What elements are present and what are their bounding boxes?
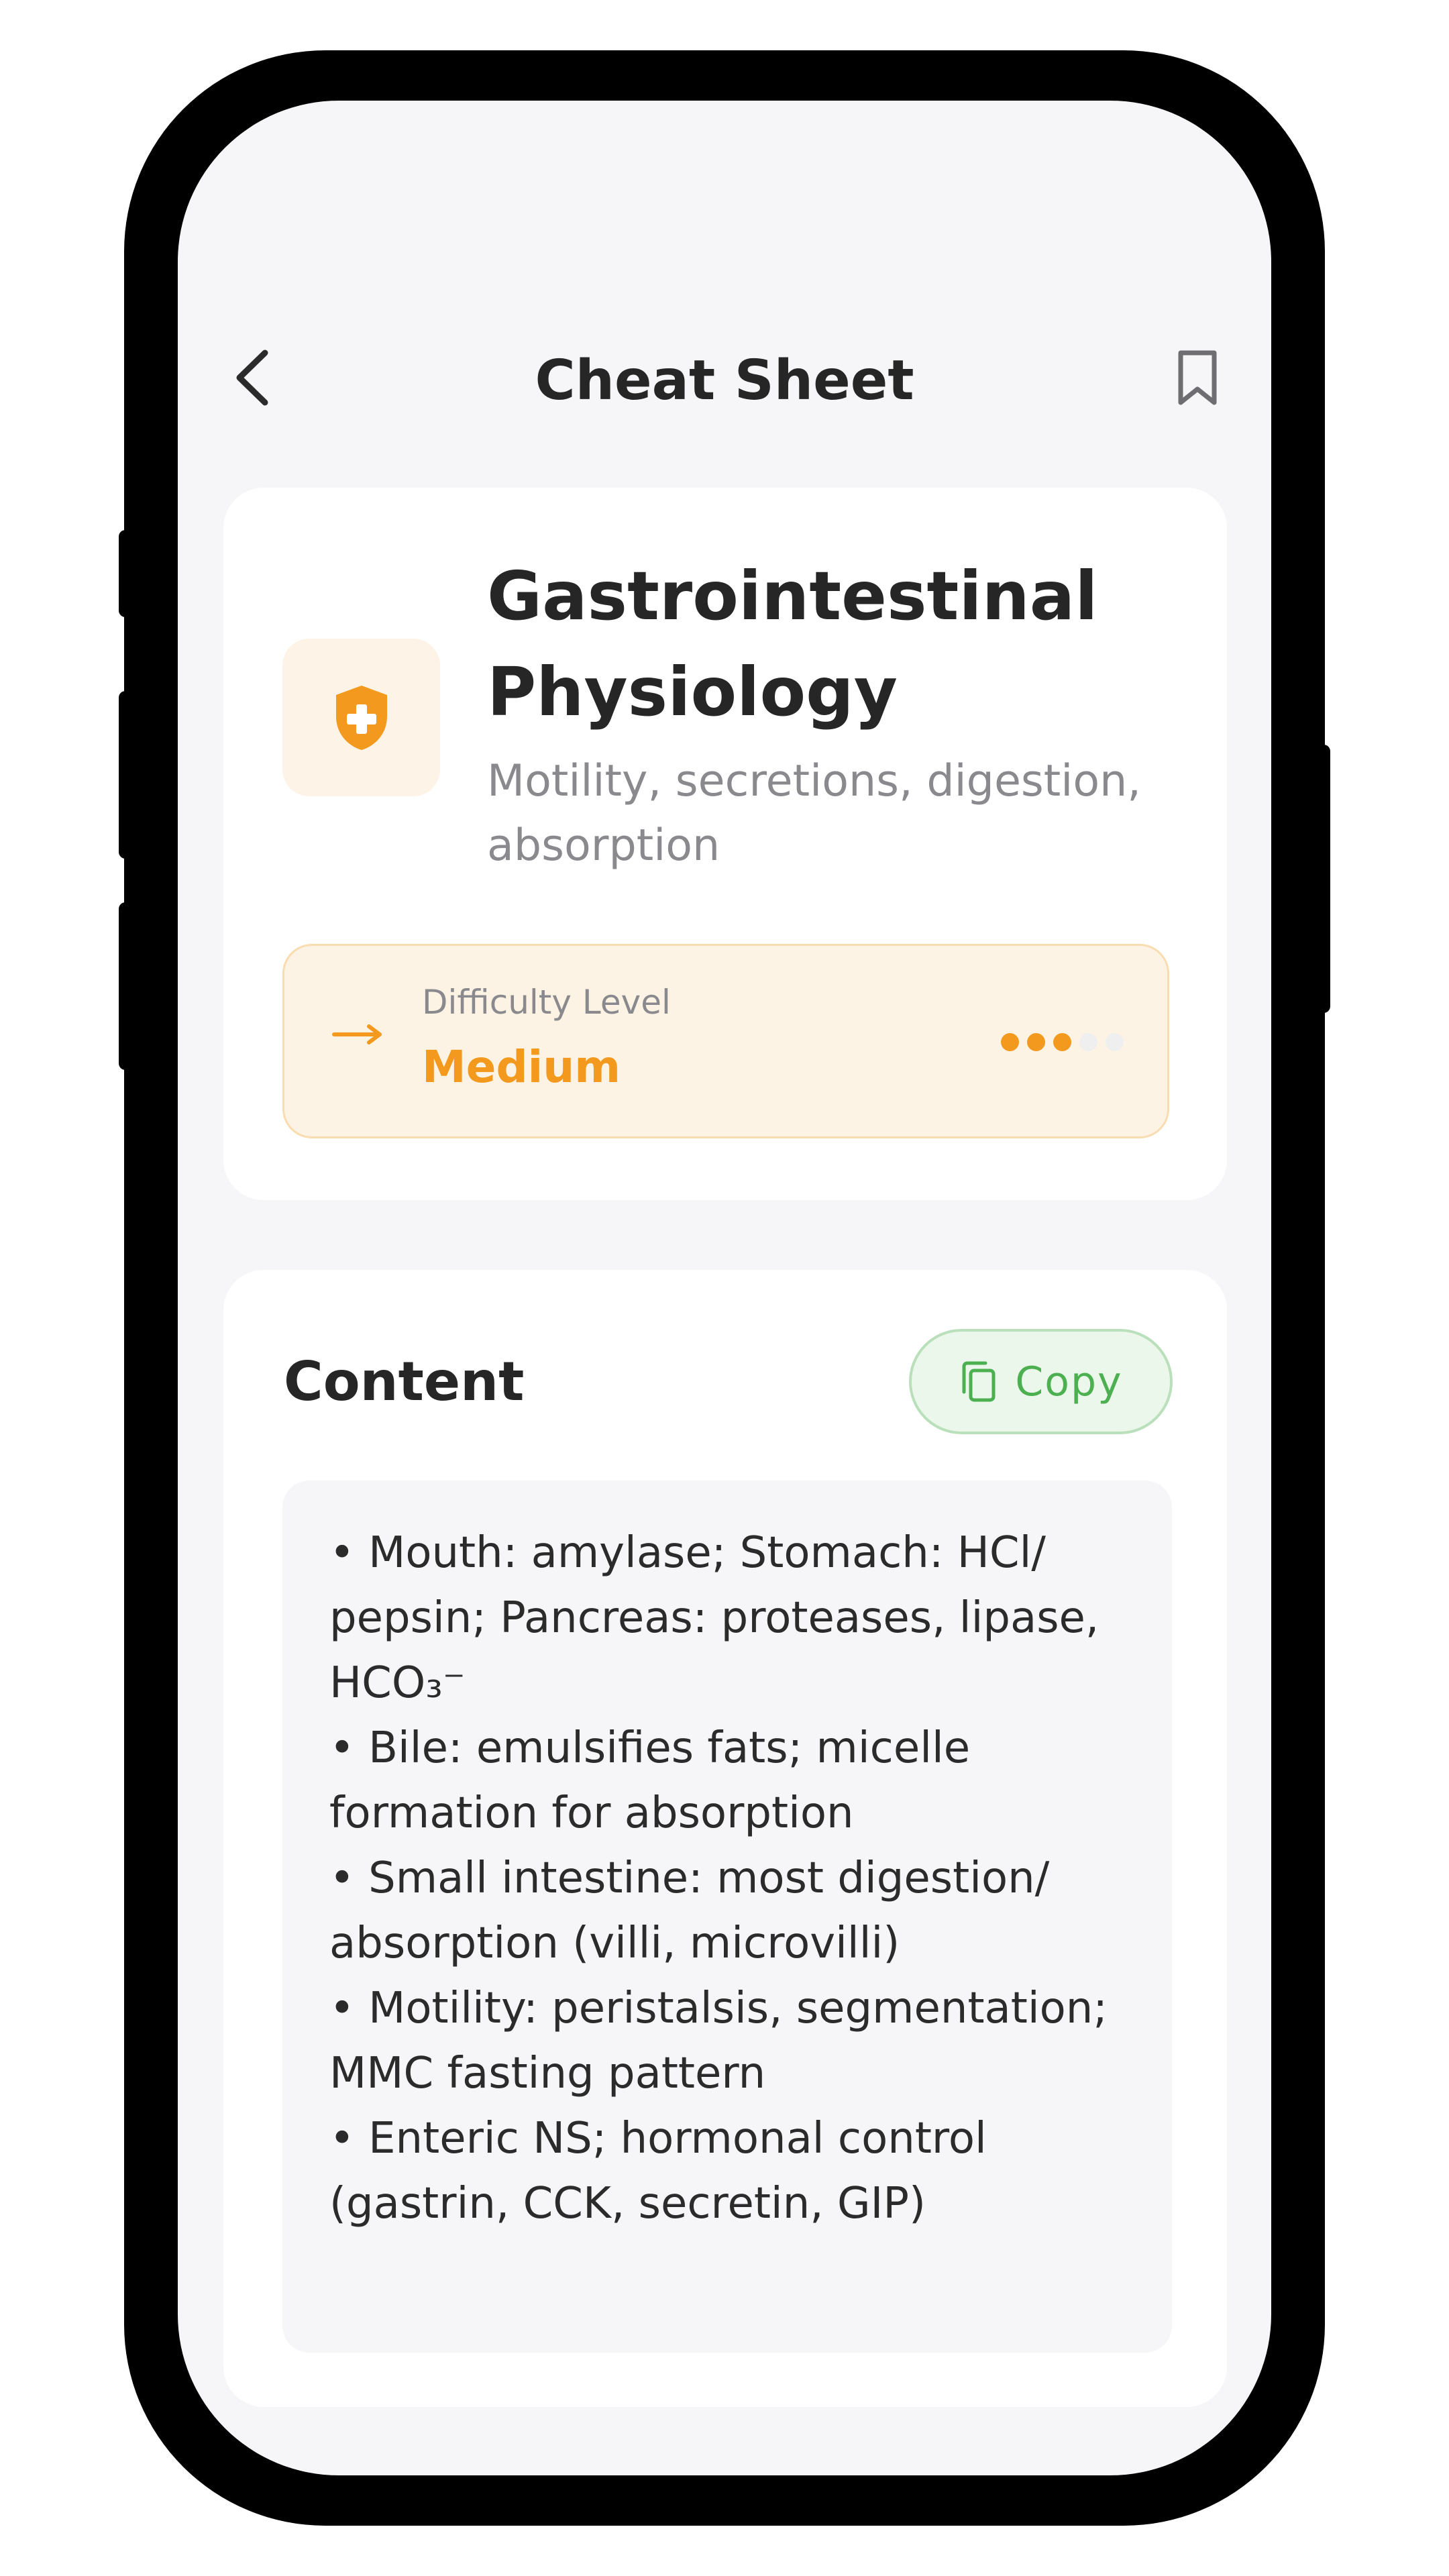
volume-down-button	[119, 902, 132, 1070]
bookmark-button[interactable]	[1161, 341, 1234, 415]
content-box: • Mouth: amylase; Stomach: HCl/ pepsin; …	[282, 1481, 1172, 2353]
content-heading: Content	[284, 1350, 525, 1413]
page-title: Cheat Sheet	[535, 349, 914, 413]
topic-icon-tile	[282, 639, 440, 796]
mute-switch	[119, 530, 132, 617]
volume-up-button	[119, 691, 132, 859]
copy-label: Copy	[1015, 1358, 1123, 1405]
difficulty-dot-filled	[1001, 1033, 1019, 1051]
app-screen: Cheat Sheet Gastrointestinal Physiology …	[178, 101, 1271, 2475]
app-header: Cheat Sheet	[178, 329, 1271, 423]
copy-icon	[962, 1361, 996, 1401]
phone-frame: Cheat Sheet Gastrointestinal Physiology …	[119, 50, 1330, 2526]
power-button	[1317, 745, 1330, 1013]
bookmark-icon	[1178, 350, 1217, 405]
shield-plus-icon	[335, 685, 387, 750]
content-text: • Mouth: amylase; Stomach: HCl/ pepsin; …	[329, 1528, 1108, 2229]
difficulty-label: Difficulty Level	[422, 983, 671, 1022]
difficulty-dot-filled	[1027, 1033, 1045, 1051]
difficulty-panel: Difficulty Level Medium	[282, 944, 1169, 1138]
difficulty-dot-empty	[1106, 1033, 1124, 1051]
difficulty-dot-empty	[1079, 1033, 1097, 1051]
copy-button[interactable]: Copy	[909, 1329, 1173, 1434]
topic-title: Gastrointestinal Physiology	[487, 557, 1098, 731]
difficulty-value: Medium	[422, 1041, 621, 1093]
difficulty-dots	[1001, 1033, 1124, 1051]
content-card: Content Copy • Mouth: amylase; Stomach: …	[223, 1270, 1227, 2407]
difficulty-dot-filled	[1053, 1033, 1071, 1051]
topic-card: Gastrointestinal Physiology Motility, se…	[223, 488, 1227, 1200]
topic-subtitle: Motility, secretions, digestion, absorpt…	[487, 756, 1141, 871]
arrow-right-icon	[332, 1024, 382, 1044]
